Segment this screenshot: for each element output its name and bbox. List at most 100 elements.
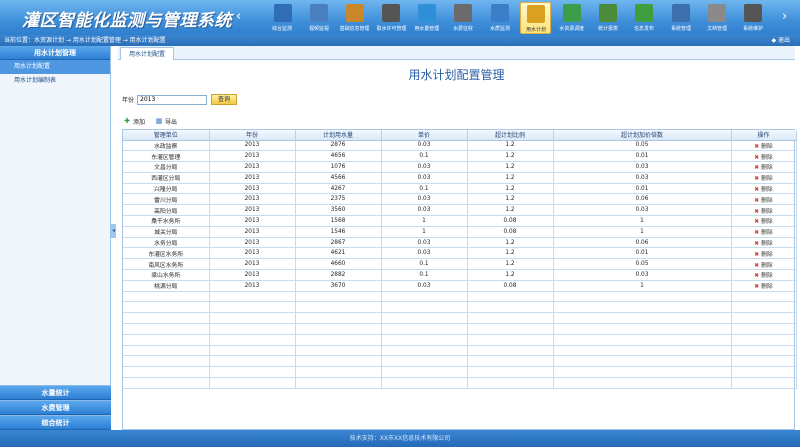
column-header[interactable]: 操作 bbox=[731, 130, 797, 141]
toolbar-item[interactable]: 取水许可管理 bbox=[376, 2, 407, 34]
table-cell: 0.03 bbox=[381, 237, 468, 249]
toolbar-item[interactable]: 视频监视 bbox=[303, 2, 334, 34]
page-title: 用水计划配置管理 bbox=[408, 68, 505, 82]
sidebar-item-plan-config[interactable]: 用水计划配置 bbox=[0, 60, 110, 74]
empty-cell bbox=[123, 345, 210, 357]
table-row[interactable]: 西灌区分局 2013 4566 0.03 1.2 0.03 ✖ 删除 bbox=[123, 172, 797, 184]
table-cell: 0.03 bbox=[381, 280, 468, 292]
toolbar-prev-icon[interactable]: ‹ bbox=[236, 9, 241, 24]
toolbar-item[interactable]: 用水量管理 bbox=[412, 2, 443, 34]
delete-label: 删除 bbox=[761, 208, 773, 215]
table-cell: 2013 bbox=[209, 140, 296, 152]
delete-action[interactable]: ✖ 删除 bbox=[731, 183, 797, 195]
toolbar-item[interactable]: 文档管理 bbox=[701, 2, 732, 34]
table-row[interactable]: 南风区水务所 2013 4660 0.1 1.2 0.05 ✖ 删除 bbox=[123, 258, 797, 271]
empty-cell bbox=[123, 301, 210, 314]
empty-cell bbox=[467, 366, 554, 379]
query-button[interactable]: 查询 bbox=[211, 94, 238, 105]
delete-action[interactable]: ✖ 删除 bbox=[731, 161, 797, 173]
sidebar-section-water-stats[interactable]: 水量统计 bbox=[0, 385, 111, 400]
toolbar-item-label: 统计报表 bbox=[598, 26, 619, 32]
toolbar-item[interactable]: 水质监测 bbox=[484, 2, 515, 34]
table-cell: 0.03 bbox=[381, 161, 468, 173]
empty-row bbox=[123, 345, 797, 357]
table-row[interactable]: 桃源分局 2013 3670 0.03 0.08 1 ✖ 删除 bbox=[123, 280, 797, 292]
empty-cell bbox=[467, 355, 554, 368]
delete-action[interactable]: ✖ 删除 bbox=[731, 280, 797, 292]
delete-action[interactable]: ✖ 删除 bbox=[731, 269, 797, 281]
delete-label: 删除 bbox=[761, 154, 773, 161]
toolbar-item[interactable]: 信息发布 bbox=[629, 2, 660, 34]
collapse-sidebar-icon[interactable]: ◂ bbox=[111, 224, 116, 238]
year-input[interactable] bbox=[137, 94, 208, 105]
table-row[interactable]: 水政监察 2013 2876 0.03 1.2 0.05 ✖ 删除 bbox=[123, 140, 797, 152]
table-row[interactable]: 文昌分局 2013 1076 0.03 1.2 0.03 ✖ 删除 bbox=[123, 161, 797, 173]
table-cell: 0.03 bbox=[553, 172, 732, 184]
table-cell: 2882 bbox=[295, 269, 382, 281]
toolbar-item[interactable]: 统计报表 bbox=[593, 2, 624, 34]
empty-cell bbox=[123, 355, 210, 368]
table-row[interactable]: 高阳分局 2013 3560 0.03 1.2 0.03 ✖ 删除 bbox=[123, 204, 797, 217]
table-cell: 2013 bbox=[209, 172, 296, 184]
table-cell: 1.2 bbox=[467, 140, 554, 152]
toolbar-item[interactable]: 用水计划 bbox=[520, 2, 552, 34]
column-header[interactable]: 计划用水量 bbox=[295, 130, 382, 141]
delete-action[interactable]: ✖ 删除 bbox=[731, 172, 797, 184]
delete-action[interactable]: ✖ 删除 bbox=[731, 258, 797, 271]
column-header[interactable]: 超计划加价倍数 bbox=[553, 130, 732, 141]
exit-link[interactable]: ◆ 退出 bbox=[771, 35, 790, 46]
table-row[interactable]: 东灌区水务所 2013 4621 0.03 1.2 0.01 ✖ 删除 bbox=[123, 247, 797, 260]
toolbar-item[interactable]: 水资源调度 bbox=[557, 2, 588, 34]
column-header[interactable]: 超计划比例 bbox=[467, 130, 554, 141]
column-header[interactable]: 管理单位 bbox=[123, 130, 210, 141]
empty-cell bbox=[467, 323, 554, 335]
sidebar-section-fee-management[interactable]: 水费管理 bbox=[0, 400, 111, 415]
table-row[interactable]: 兴隆分局 2013 4267 0.1 1.2 0.01 ✖ 删除 bbox=[123, 183, 797, 195]
table-cell: 1546 bbox=[295, 226, 382, 238]
table-row[interactable]: 梁山水务所 2013 2882 0.1 1.2 0.03 ✖ 删除 bbox=[123, 269, 797, 281]
empty-cell bbox=[295, 323, 382, 335]
delete-action[interactable]: ✖ 删除 bbox=[731, 140, 797, 152]
sidebar-section-overall-stats[interactable]: 综合统计 bbox=[0, 415, 111, 430]
info-icon bbox=[635, 4, 654, 22]
delete-action[interactable]: ✖ 删除 bbox=[731, 247, 797, 260]
toolbar-item[interactable]: 系统管理 bbox=[665, 2, 696, 34]
table-cell: 0.05 bbox=[553, 140, 732, 152]
table-cell: 0.08 bbox=[467, 226, 554, 238]
add-button[interactable]: ✚ 添加 bbox=[123, 117, 145, 126]
delete-action[interactable]: ✖ 删除 bbox=[731, 226, 797, 238]
delete-action[interactable]: ✖ 删除 bbox=[731, 193, 797, 206]
table-cell: 0.03 bbox=[553, 204, 732, 217]
table-cell: 1 bbox=[553, 226, 732, 238]
sidebar-header[interactable]: 用水计划管理 bbox=[0, 46, 110, 60]
tab-plan-config[interactable]: 用水计划配置 bbox=[120, 47, 175, 60]
toolbar-item[interactable]: 系统维护 bbox=[737, 2, 768, 34]
table-row[interactable]: 城关分局 2013 1546 1 0.08 1 ✖ 删除 bbox=[123, 226, 797, 238]
sidebar-item-plan-table[interactable]: 用水计划编制表 bbox=[0, 74, 110, 88]
action-bar: ✚ 添加 ▦ 导出 bbox=[123, 116, 187, 126]
empty-cell bbox=[381, 377, 468, 389]
table-row[interactable]: 桑干水务所 2013 1568 1 0.08 1 ✖ 删除 bbox=[123, 215, 797, 227]
footer: 技术支持：XX市XX信息技术有限公司 bbox=[0, 430, 800, 447]
column-header[interactable]: 年份 bbox=[209, 130, 296, 141]
table-cell: 桃源分局 bbox=[123, 280, 210, 292]
delete-action[interactable]: ✖ 删除 bbox=[731, 204, 797, 217]
table-row[interactable]: 东灌区管理 2013 4656 0.1 1.2 0.01 ✖ 删除 bbox=[123, 150, 797, 163]
table-row[interactable]: 雷川分局 2013 2375 0.03 1.2 0.06 ✖ 删除 bbox=[123, 193, 797, 206]
column-header[interactable]: 单价 bbox=[381, 130, 468, 141]
delete-action[interactable]: ✖ 删除 bbox=[731, 150, 797, 163]
toolbar-item[interactable]: 基础信息管理 bbox=[339, 2, 370, 34]
empty-cell bbox=[381, 355, 468, 368]
export-button[interactable]: ▦ 导出 bbox=[155, 117, 177, 126]
empty-cell bbox=[209, 291, 296, 303]
table-cell: 2013 bbox=[209, 280, 296, 292]
sidebar-bottom-group: 水量统计 水费管理 综合统计 bbox=[0, 385, 111, 430]
year-label: 年份 bbox=[122, 97, 135, 104]
toolbar-item[interactable]: 水费征收 bbox=[448, 2, 479, 34]
toolbar-item[interactable]: 综合监测 bbox=[267, 2, 298, 34]
delete-action[interactable]: ✖ 删除 bbox=[731, 237, 797, 249]
toolbar-next-icon[interactable]: › bbox=[782, 9, 787, 24]
delete-action[interactable]: ✖ 删除 bbox=[731, 215, 797, 227]
table-row[interactable]: 水务分局 2013 2867 0.03 1.2 0.06 ✖ 删除 bbox=[123, 237, 797, 249]
empty-cell bbox=[381, 301, 468, 314]
